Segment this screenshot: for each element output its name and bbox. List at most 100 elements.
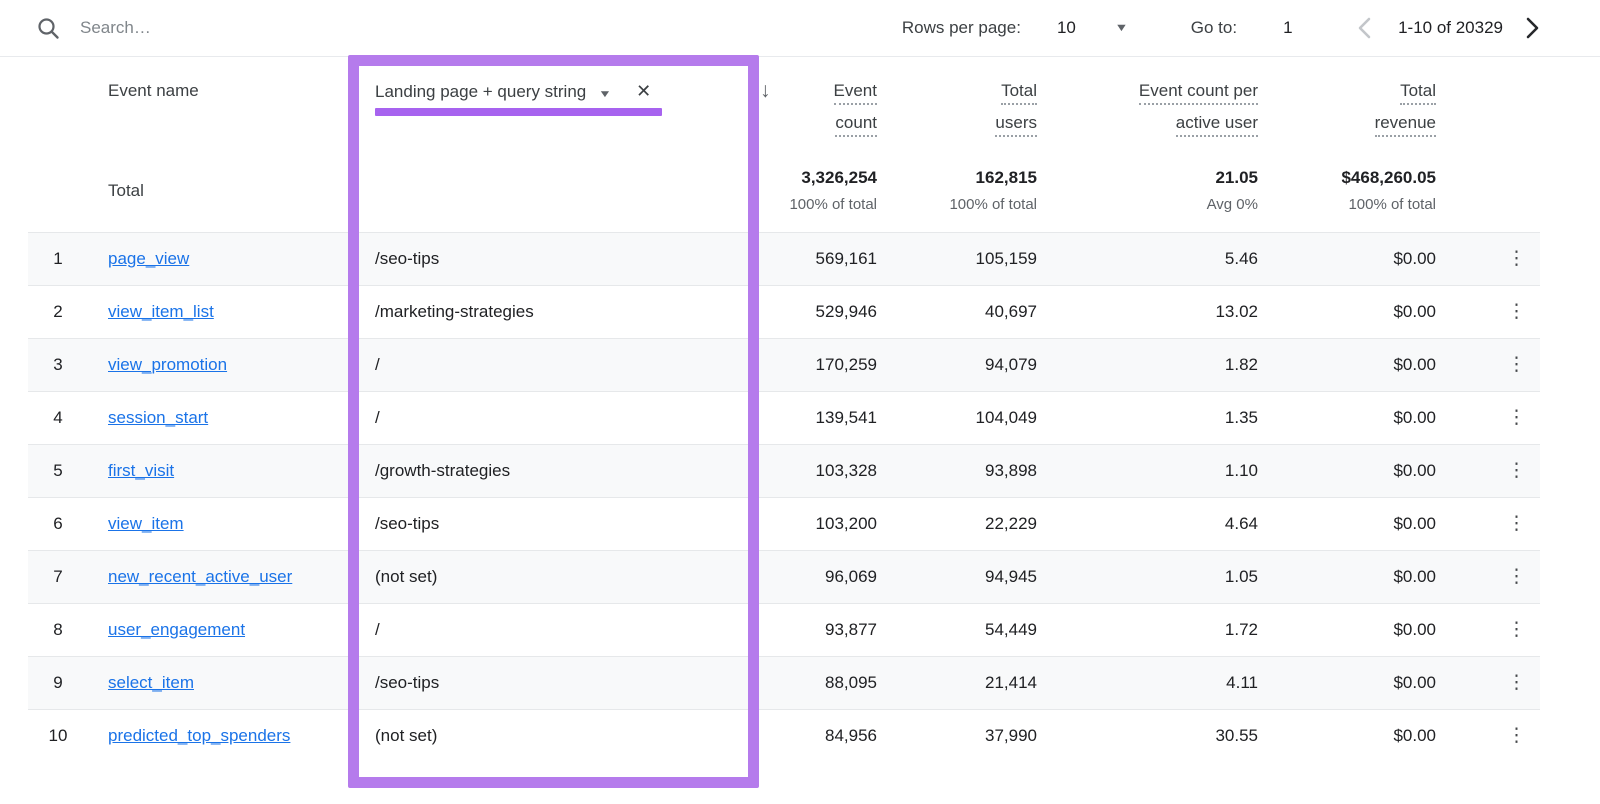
secondary-dimension-caret-icon[interactable]: ▼ [598, 89, 612, 100]
totals-event-count-value: 3,326,254 [801, 168, 877, 188]
secondary-dimension-label[interactable]: Landing page + query string [375, 82, 586, 101]
table-toolbar: Rows per page: 10 ▼ Go to: 1-10 of 20329 [0, 0, 1600, 57]
per-active-user-cell: 5.46 [1037, 231, 1258, 285]
total-revenue-header-label[interactable]: Total [1400, 81, 1436, 105]
per-active-user-cell: 1.10 [1037, 443, 1258, 497]
row-number: 9 [28, 655, 88, 709]
totals-event-count-subtext: 100% of total [789, 196, 877, 214]
event-name-link[interactable]: first_visit [108, 461, 174, 480]
event-name-link[interactable]: select_item [108, 673, 194, 692]
total-users-cell: 94,079 [877, 337, 1037, 391]
kebab-menu-icon[interactable]: ⋮ [1507, 248, 1526, 269]
kebab-menu-icon[interactable]: ⋮ [1507, 407, 1526, 428]
table-row: 10 predicted_top_spenders (not set) 84,9… [28, 708, 1540, 762]
event-name-link[interactable]: predicted_top_spenders [108, 726, 290, 745]
total-users-cell: 54,449 [877, 602, 1037, 656]
actions-header [1436, 57, 1540, 150]
totals-row-number [28, 150, 88, 232]
rows-per-page-value[interactable]: 10 [1057, 18, 1076, 38]
row-number: 10 [28, 708, 88, 762]
event-count-cell: 569,161 [740, 231, 877, 285]
event-name-link[interactable]: view_item_list [108, 302, 214, 321]
kebab-menu-icon[interactable]: ⋮ [1507, 672, 1526, 693]
goto-page-input[interactable] [1283, 18, 1314, 38]
revenue-cell: $0.00 [1258, 496, 1436, 550]
event-name-link[interactable]: new_recent_active_user [108, 567, 292, 586]
per-active-user-cell: 1.35 [1037, 390, 1258, 444]
rows-per-page-caret-icon[interactable]: ▼ [1114, 22, 1128, 34]
table-row: 8 user_engagement / 93,877 54,449 1.72 $… [28, 602, 1540, 656]
per-active-user-cell: 4.64 [1037, 496, 1258, 550]
event-name-link[interactable]: view_item [108, 514, 184, 533]
per-active-user-header-label[interactable]: Event count per [1138, 81, 1258, 105]
total-revenue-header[interactable]: Total revenue [1258, 57, 1436, 150]
total-users-header-label[interactable]: Total [1001, 81, 1037, 105]
total-users-header-label[interactable]: users [995, 113, 1037, 137]
row-number: 8 [28, 602, 88, 656]
totals-per-active-user: 21.05 Avg 0% [1037, 150, 1258, 232]
totals-total-users-value: 162,815 [975, 168, 1037, 188]
table-row: 9 select_item /seo-tips 88,095 21,414 4.… [28, 655, 1540, 709]
totals-actions [1436, 150, 1540, 232]
kebab-menu-icon[interactable]: ⋮ [1507, 566, 1526, 587]
totals-label: Total [108, 180, 144, 200]
per-active-user-cell: 1.82 [1037, 337, 1258, 391]
event-count-cell: 103,200 [740, 496, 877, 550]
row-number-header [28, 57, 88, 150]
event-name-header: Event name [108, 81, 199, 100]
chevron-right-icon[interactable] [1525, 17, 1540, 39]
table-row: 1 page_view /seo-tips 569,161 105,159 5.… [28, 231, 1540, 285]
event-name-link[interactable]: view_promotion [108, 355, 227, 374]
landing-page-cell: /seo-tips [352, 231, 740, 285]
kebab-menu-icon[interactable]: ⋮ [1507, 513, 1526, 534]
sort-descending-arrow-icon[interactable]: ↓ [760, 79, 771, 103]
search-input[interactable] [80, 18, 500, 38]
event-count-per-active-user-header[interactable]: Event count per active user [1037, 57, 1258, 150]
landing-page-cell: / [352, 337, 740, 391]
search-icon [38, 18, 59, 39]
table-row: 4 session_start / 139,541 104,049 1.35 $… [28, 390, 1540, 444]
event-count-cell: 84,956 [740, 708, 877, 762]
revenue-cell: $0.00 [1258, 337, 1436, 391]
kebab-menu-icon[interactable]: ⋮ [1507, 619, 1526, 640]
totals-revenue: $468,260.05 100% of total [1258, 150, 1436, 232]
row-number: 5 [28, 443, 88, 497]
landing-page-cell: /seo-tips [352, 655, 740, 709]
totals-revenue-subtext: 100% of total [1348, 196, 1436, 214]
landing-page-cell: / [352, 602, 740, 656]
event-count-header-label[interactable]: Event [833, 81, 877, 105]
table-row: 5 first_visit /growth-strategies 103,328… [28, 443, 1540, 497]
kebab-menu-icon[interactable]: ⋮ [1507, 725, 1526, 746]
kebab-menu-icon[interactable]: ⋮ [1507, 460, 1526, 481]
kebab-menu-icon[interactable]: ⋮ [1507, 301, 1526, 322]
revenue-cell: $0.00 [1258, 231, 1436, 285]
event-count-cell: 96,069 [740, 549, 877, 603]
table-header-row: Event name Landing page + query string ▼ ✕… [28, 57, 1540, 150]
row-number: 3 [28, 337, 88, 391]
event-name-link[interactable]: user_engagement [108, 620, 245, 639]
secondary-dimension-dropdown[interactable]: Landing page + query string ▼ ✕ [352, 57, 740, 150]
total-users-cell: 22,229 [877, 496, 1037, 550]
total-users-header[interactable]: Total users [877, 57, 1037, 150]
search-box[interactable] [36, 16, 500, 40]
table-row: 6 view_item /seo-tips 103,200 22,229 4.6… [28, 496, 1540, 550]
totals-total-users: 162,815 100% of total [877, 150, 1037, 232]
event-name-link[interactable]: page_view [108, 249, 189, 268]
totals-event-count: 3,326,254 100% of total [740, 150, 877, 232]
event-name-link[interactable]: session_start [108, 408, 208, 427]
secondary-dimension-close-icon[interactable]: ✕ [636, 81, 651, 101]
total-revenue-header-label[interactable]: revenue [1374, 113, 1436, 137]
chevron-left-icon[interactable] [1357, 17, 1372, 39]
total-users-cell: 104,049 [877, 390, 1037, 444]
kebab-menu-icon[interactable]: ⋮ [1507, 354, 1526, 375]
event-count-cell: 170,259 [740, 337, 877, 391]
row-number: 6 [28, 496, 88, 550]
totals-row: Total 3,326,254 100% of total 162,815 10… [28, 150, 1540, 232]
totals-per-active-user-value: 21.05 [1215, 168, 1258, 188]
per-active-user-header-label[interactable]: active user [1175, 113, 1258, 137]
event-count-header[interactable]: ↓ Event count [740, 57, 877, 150]
landing-page-cell: / [352, 390, 740, 444]
total-users-cell: 40,697 [877, 284, 1037, 338]
event-count-header-label[interactable]: count [835, 113, 877, 137]
table-row: 7 new_recent_active_user (not set) 96,06… [28, 549, 1540, 603]
